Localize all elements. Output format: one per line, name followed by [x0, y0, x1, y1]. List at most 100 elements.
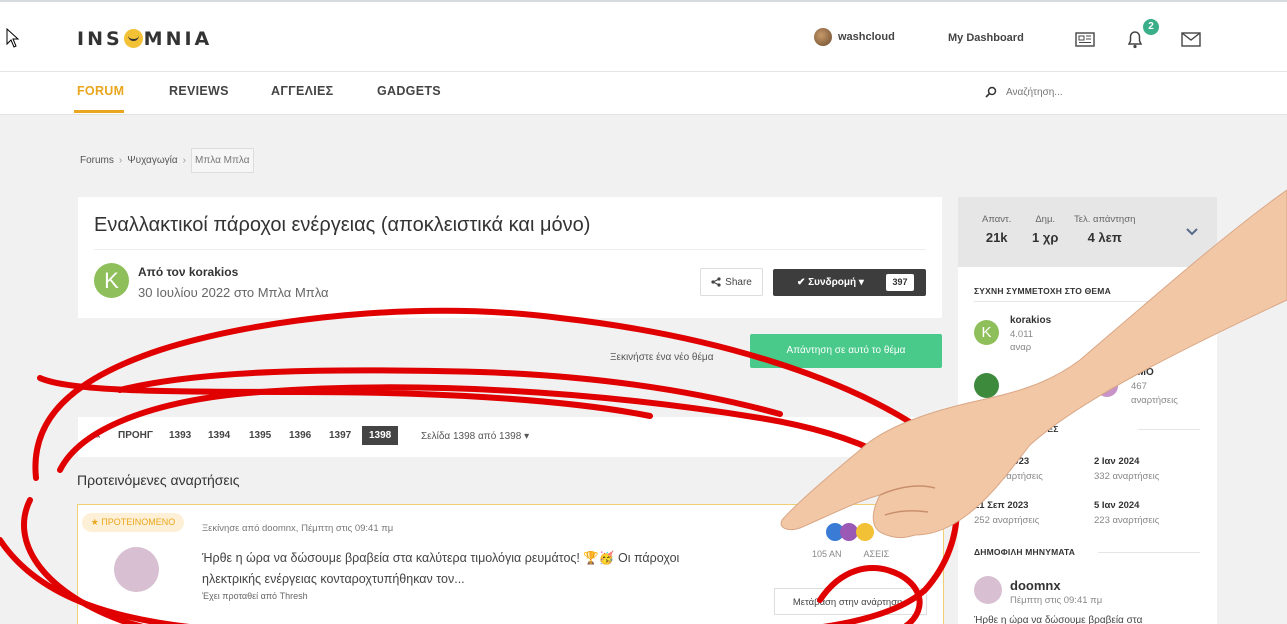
chevron-down-icon[interactable] — [1186, 225, 1198, 237]
chevron-right-icon: › — [182, 155, 186, 166]
avatar[interactable]: K — [94, 263, 129, 298]
first-page-button[interactable]: « — [95, 430, 101, 441]
follow-button[interactable]: ✔ Συνδρομή ▾ 397 — [773, 269, 926, 296]
share-button[interactable]: Share — [700, 268, 763, 296]
reactions-count-suffix: ΑΣΕΙΣ — [863, 549, 890, 559]
caret-down-icon: ▾ — [524, 431, 530, 442]
share-icon — [711, 277, 721, 287]
page-jump-dropdown[interactable]: Σελίδα 1398 από 1398 ▾ — [421, 431, 529, 442]
stat-replies: Απαντ. 21k — [982, 214, 1011, 245]
stat-created: Δημ. 1 χρ — [1032, 214, 1058, 245]
divider — [1138, 429, 1200, 430]
recommended-heading: Προτεινόμενες αναρτήσεις — [77, 472, 240, 488]
new-topic-link[interactable]: Ξεκινήστε ένα νέο θέμα — [610, 352, 713, 363]
frequent-user-unit: αναρτήσεις — [1131, 395, 1178, 406]
reactions-count: 105 ΑΝ ΑΣΕΙΣ — [812, 549, 889, 559]
page-link[interactable]: 1395 — [249, 430, 271, 441]
mail-icon[interactable] — [1180, 28, 1202, 50]
popular-heading: ΔΗΜΟΦΙΛΗ ΜΗΝΥΜΑΤΑ — [974, 547, 1076, 557]
day-date: 5 Ιαν 2024 — [1094, 500, 1140, 511]
avatar[interactable] — [1096, 375, 1118, 397]
breadcrumb-entertainment[interactable]: Ψυχαγωγία — [127, 155, 177, 166]
page-link[interactable]: 1394 — [208, 430, 230, 441]
star-icon: ★ — [90, 517, 102, 527]
avatar — [814, 28, 832, 46]
current-page[interactable]: 1398 — [362, 426, 399, 445]
follow-count: 397 — [886, 274, 914, 291]
notification-badge: 2 — [1143, 19, 1159, 35]
nav-reviews[interactable]: REVIEWS — [169, 84, 229, 98]
divider — [94, 249, 926, 250]
breadcrumb: Forums › Ψυχαγωγία › Μπλα Μπλα — [80, 148, 254, 173]
share-label: Share — [725, 276, 752, 288]
day-date: 2 Ιαν 2024 — [1094, 456, 1140, 467]
logo-face-icon — [123, 29, 143, 48]
excerpt-line: Ήρθε η ώρα να δώσουμε βραβεία στα καλύτε… — [202, 551, 680, 565]
avatar[interactable] — [114, 547, 159, 592]
sidebar: Απαντ. 21k Δημ. 1 χρ Τελ. απάντηση 4 λεπ ΣΥ… — [958, 197, 1217, 624]
avatar[interactable] — [974, 576, 1002, 604]
pagination: « ΠΡΟΗΓ 1393 1394 1395 1396 1397 1398 Σε… — [78, 417, 942, 457]
frequent-user-count: 4.011 — [1010, 329, 1034, 340]
post-meta: Ξεκίνησε από doomnx, Πέμπτη στις 09:41 π… — [202, 523, 394, 534]
topic-header: Εναλλακτικοί πάροχοι ενέργειας (αποκλεισ… — [78, 197, 942, 318]
mouse-cursor-icon — [6, 28, 20, 48]
search-input[interactable] — [1006, 82, 1186, 102]
active-tab-indicator — [74, 110, 124, 113]
popular-author[interactable]: doomnx — [1010, 578, 1061, 593]
caret-down-icon: ▾ — [856, 277, 864, 288]
page-link[interactable]: 1393 — [169, 430, 191, 441]
main-nav: FORUM REVIEWS ΑΓΓΕΛΙΕΣ GADGETS — [0, 72, 1287, 115]
site-logo[interactable]: INS MNIA — [77, 28, 212, 50]
topic-date: 30 Ιουλίου 2022 στο Μπλα Μπλα — [138, 285, 329, 300]
divider — [1098, 552, 1200, 553]
reply-button[interactable]: Απάντηση σε αυτό το θέμα — [750, 334, 942, 368]
breadcrumb-forums[interactable]: Forums — [80, 155, 114, 166]
day-date: 21 Σεπ 2023 — [974, 500, 1029, 511]
top-bar: INS MNIA washcloud My Dashboard 2 — [0, 0, 1287, 72]
frequent-user-name[interactable]: ΥΜΟ — [1131, 367, 1154, 378]
stat-label: Απαντ. — [982, 214, 1012, 225]
nav-gadgets[interactable]: GADGETS — [377, 84, 441, 98]
avatar[interactable]: K — [974, 320, 999, 345]
day-posts: 223 αναρτήσεις — [1094, 515, 1160, 526]
stat-label: Δημ. — [1035, 214, 1056, 225]
day-posts: 252 αναρτήσεις — [974, 515, 1040, 526]
divider — [974, 301, 1200, 302]
stat-last-reply: Τελ. απάντηση 4 λεπ — [1074, 214, 1135, 245]
follow-label: Συνδρομή — [808, 277, 857, 288]
go-to-post-button[interactable]: Μετάβαση στην ανάρτηση › — [774, 588, 927, 615]
suggested-by: Έχει προταθεί από Thresh — [202, 591, 308, 601]
day-posts: 332 αναρτήσεις — [1094, 471, 1160, 482]
frequent-heading: ΣΥΧΝΗ ΣΥΜΜΕΤΟΧΗ ΣΤΟ ΘΕΜΑ — [974, 286, 1111, 296]
page-link[interactable]: 1397 — [329, 430, 351, 441]
stat-value: 4 λεπ — [1087, 230, 1122, 245]
laugh-reaction-icon — [856, 523, 874, 541]
frequent-user-count: 467 — [1131, 381, 1147, 392]
frequent-user-name[interactable]: korakios — [1010, 315, 1051, 326]
day-posts: αναρτήσεις — [996, 471, 1043, 482]
nav-forum[interactable]: FORUM — [77, 84, 124, 98]
stat-value: 21k — [985, 230, 1008, 245]
frequent-user-unit: αναρ — [1010, 342, 1032, 353]
breadcrumb-current[interactable]: Μπλα Μπλα — [191, 148, 254, 173]
bell-icon[interactable] — [1124, 28, 1146, 50]
featured-label: ΠΡΟΤΕΙΝΟΜΕΝΟ — [101, 517, 176, 527]
dashboard-link[interactable]: My Dashboard — [948, 32, 1024, 44]
avatar[interactable] — [974, 373, 999, 398]
days-heading: ΗΜΕΡΕΣ — [1022, 424, 1059, 434]
prev-page-button[interactable]: ΠΡΟΗΓ — [118, 430, 153, 441]
recommended-post[interactable]: ★ ΠΡΟΤΕΙΝΟΜΕΝΟ Ξεκίνησε από doomnx, Πέμπ… — [77, 504, 944, 624]
news-icon[interactable] — [1074, 28, 1096, 50]
author-line[interactable]: Από τον korakios — [138, 265, 238, 279]
user-name: washcloud — [838, 31, 895, 43]
page-title: Εναλλακτικοί πάροχοι ενέργειας (αποκλεισ… — [94, 214, 591, 236]
check-icon: ✔ — [797, 277, 809, 288]
nav-classifieds[interactable]: ΑΓΓΕΛΙΕΣ — [271, 84, 333, 98]
search-icon[interactable] — [985, 86, 997, 98]
user-menu[interactable]: washcloud — [814, 28, 895, 46]
popular-date: Πέμπτη στις 09:41 πμ — [1010, 595, 1103, 606]
post-excerpt: Ήρθε η ώρα να δώσουμε βραβεία στα καλύτε… — [202, 548, 722, 590]
page-link[interactable]: 1396 — [289, 430, 311, 441]
excerpt-line: ηλεκτρικής ενέργειας κονταροχτυπήθηκαν τ… — [202, 572, 465, 586]
